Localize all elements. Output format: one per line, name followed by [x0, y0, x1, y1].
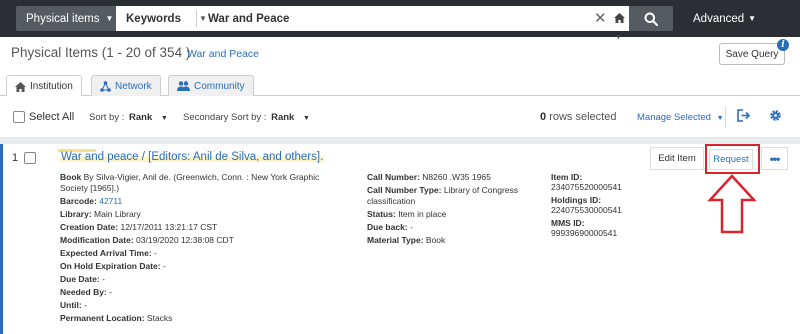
rows-selected-text: rows selected [549, 111, 617, 123]
secondary-sort-value: Rank [271, 112, 295, 123]
material-type-label: Material Type: [367, 235, 424, 245]
mms-id-label: MMS ID: [551, 218, 585, 228]
tab-network[interactable]: Network [91, 75, 161, 96]
search-box: Keywords ▼ War and Peace ✕ ▼ [116, 6, 629, 41]
sort-by-dropdown[interactable]: Sort by : Rank ▼ [89, 112, 168, 123]
material-type-value: Book [425, 235, 446, 245]
tab-network-label: Network [115, 80, 152, 92]
row-checkbox[interactable] [24, 152, 36, 164]
barcode-label: Barcode: [60, 196, 97, 206]
modification-date-label: Modification Date: [60, 235, 134, 245]
library-value: Main Library [94, 209, 141, 219]
due-date-value: - [102, 274, 105, 284]
creation-date-value: 12/17/2011 13:21:17 CST [120, 222, 218, 232]
toolbar-divider [725, 106, 726, 128]
chevron-down-icon: ▼ [748, 14, 757, 23]
creation-date-label: Creation Date: [60, 222, 119, 232]
chevron-down-icon: ▼ [198, 14, 207, 23]
status-value: Item in place [398, 209, 447, 219]
until-label: Until: [60, 300, 82, 310]
barcode-link[interactable]: 42711 [99, 196, 122, 206]
secondary-sort-label: Secondary Sort by : [183, 112, 267, 123]
select-all-label[interactable]: Select All [29, 111, 74, 123]
holdings-id-label: Holdings ID: [551, 195, 602, 205]
item-title-link[interactable]: War and peace / [Editors: Anil de Silva,… [60, 151, 325, 163]
search-input[interactable]: War and Peace [208, 6, 289, 31]
modification-date-value: 03/19/2020 12:38:08 CDT [136, 235, 234, 245]
holdings-id-value: 224075530000541 [551, 205, 622, 215]
advanced-label: Advanced [693, 12, 745, 25]
hold-expiration-label: On Hold Expiration Date: [60, 261, 161, 271]
needed-by-value: - [109, 287, 112, 297]
row-number: 1 [12, 152, 19, 164]
due-back-value: - [410, 222, 413, 232]
call-number-label: Call Number: [367, 172, 420, 182]
arrival-time-label: Expected Arrival Time: [60, 248, 152, 258]
permanent-location-label: Permanent Location: [60, 313, 145, 323]
library-label: Library: [60, 209, 92, 219]
sort-by-value: Rank [129, 112, 153, 123]
chevron-down-icon: ▼ [160, 115, 168, 122]
due-back-label: Due back: [367, 222, 408, 232]
save-query-button[interactable]: Save Query [719, 43, 785, 65]
item-id-label: Item ID: [551, 172, 583, 182]
selected-indicator [0, 144, 3, 334]
chevron-down-icon: ▼ [716, 115, 724, 122]
book-value: By Silva-Vigier, Anil de. (Greenwich, Co… [60, 172, 320, 193]
tab-institution[interactable]: Institution [6, 75, 82, 97]
chevron-down-icon: ▼ [105, 14, 114, 23]
item-details-column-3: Item ID: 234075520000541 Holdings ID: 2240… [551, 172, 661, 241]
manage-selected-label: Manage Selected [637, 112, 711, 123]
page-title: Physical Items (1 - 20 of 354 ) [11, 45, 191, 60]
permanent-location-value: Stacks [146, 313, 173, 323]
book-label: Book [60, 172, 82, 182]
tab-community-label: Community [194, 80, 245, 92]
search-tag-link[interactable]: War and Peace [187, 48, 259, 60]
info-icon[interactable]: i [777, 39, 789, 51]
search-icon [644, 12, 658, 26]
more-actions-button[interactable]: ••• [761, 147, 788, 170]
network-icon [100, 80, 111, 92]
search-field-dropdown[interactable]: Keywords ▼ [126, 6, 207, 31]
tab-community[interactable]: Community [168, 75, 254, 96]
search-scope-dropdown[interactable]: Physical items ▼ [16, 6, 116, 31]
manage-selected-dropdown[interactable]: Manage Selected ▼ [637, 112, 724, 123]
item-id-value: 234075520000541 [551, 182, 622, 192]
until-value: - [84, 300, 87, 310]
community-icon [177, 81, 190, 91]
call-number-type-label: Call Number Type: [367, 185, 442, 195]
select-all-checkbox[interactable] [13, 111, 25, 123]
due-date-label: Due Date: [60, 274, 100, 284]
result-row: 1 War and peace / [Editors: Anil de Silv… [0, 144, 800, 334]
sort-by-label: Sort by : [89, 112, 125, 123]
divider [196, 10, 197, 27]
arrival-time-value: - [154, 248, 157, 258]
tab-institution-label: Institution [30, 81, 73, 92]
highlight-box [705, 144, 760, 174]
gear-icon[interactable] [769, 109, 782, 122]
status-label: Status: [367, 209, 396, 219]
secondary-sort-dropdown[interactable]: Secondary Sort by : Rank ▼ [183, 112, 310, 123]
search-field-label: Keywords [126, 12, 181, 25]
rows-selected-status: 0 rows selected [540, 111, 616, 123]
mms-id-value: 99939690000541 [551, 228, 618, 238]
institution-icon [15, 81, 26, 92]
search-button[interactable] [629, 6, 673, 31]
rows-selected-count: 0 [540, 111, 547, 123]
up-arrow-icon [707, 174, 757, 234]
needed-by-label: Needed By: [60, 287, 107, 297]
chevron-down-icon: ▼ [302, 115, 310, 122]
item-details-column-2: Call Number: N8260 .W35 1965 Call Number… [367, 172, 527, 248]
search-bar: Physical items ▼ Keywords ▼ War and Peac… [0, 0, 800, 41]
call-number-value: N8260 .W35 1965 [422, 172, 491, 182]
edit-item-button[interactable]: Edit Item [650, 147, 704, 170]
clear-search-icon[interactable]: ✕ [594, 10, 607, 27]
advanced-search-button[interactable]: Advanced ▼ [693, 6, 756, 31]
export-icon[interactable] [737, 109, 750, 122]
item-details-column-1: Book By Silva-Vigier, Anil de. (Greenwic… [60, 172, 330, 326]
hold-expiration-value: - [162, 261, 166, 271]
search-scope-label: Physical items [26, 12, 100, 25]
results-toolbar: Select All Sort by : Rank ▼ Secondary So… [0, 96, 800, 138]
home-scope-icon[interactable]: ▼ [614, 10, 629, 46]
